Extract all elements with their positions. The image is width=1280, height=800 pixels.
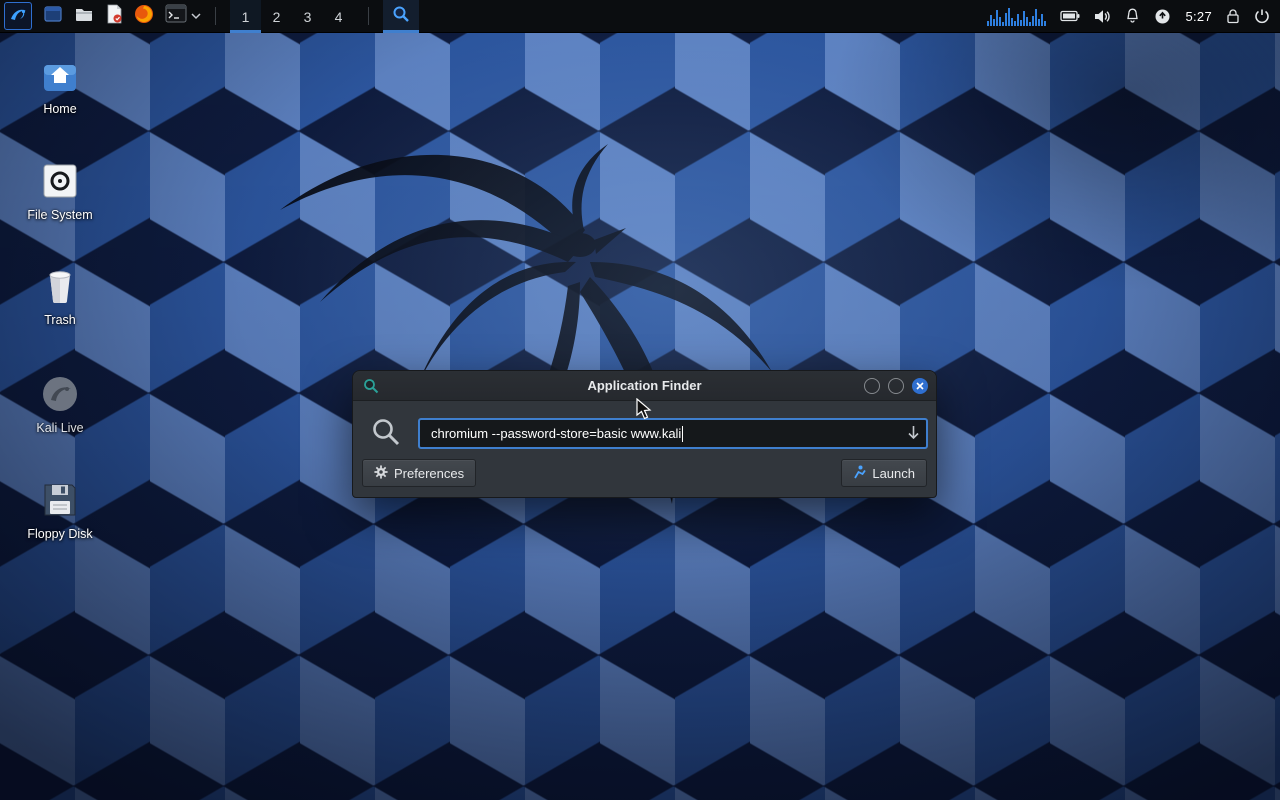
lock-icon[interactable] (1226, 0, 1240, 32)
desktop-icon-file-system[interactable]: File System (10, 161, 110, 222)
workspace-3[interactable]: 3 (292, 0, 323, 33)
text-caret (682, 426, 683, 442)
firefox-launcher[interactable] (134, 0, 154, 32)
show-desktop-button[interactable] (43, 0, 63, 32)
workspace-1-label: 1 (242, 9, 250, 25)
chevron-down-icon[interactable] (191, 7, 201, 25)
top-panel: 1 2 3 4 (0, 0, 1280, 33)
terminal-icon (165, 4, 187, 28)
workspace-2-label: 2 (273, 9, 281, 25)
minimize-button[interactable] (864, 378, 880, 394)
desktop-icon-kali-live[interactable]: Kali Live (10, 374, 110, 435)
workspace-4-label: 4 (335, 9, 343, 25)
firefox-icon (134, 4, 154, 29)
notifications-bell-icon[interactable] (1125, 0, 1140, 32)
workspace-1[interactable]: 1 (230, 0, 261, 33)
search-icon (371, 417, 401, 452)
desktop-icon-label: Home (10, 102, 110, 116)
input-dropdown-arrow-icon[interactable] (907, 425, 920, 445)
trash-icon (10, 266, 110, 306)
workspace-pager: 1 2 3 4 (230, 0, 354, 32)
search-icon (392, 5, 410, 28)
preferences-button[interactable]: Preferences (362, 459, 476, 487)
gear-icon (374, 465, 388, 482)
text-editor-launcher[interactable] (105, 0, 123, 32)
application-finder-window: Application Finder (352, 370, 937, 498)
panel-left-group: 1 2 3 4 (0, 0, 419, 32)
command-input-value: chromium --password-store=basic www.kali (431, 426, 681, 441)
workspace-3-label: 3 (304, 9, 312, 25)
kali-menu-icon (7, 3, 29, 30)
launch-button[interactable]: Launch (841, 459, 927, 487)
maximize-button[interactable] (888, 378, 904, 394)
updates-icon[interactable] (1154, 0, 1171, 32)
desktop-icon-label: Kali Live (10, 421, 110, 435)
mouse-cursor (636, 398, 654, 422)
desktop-icon-trash[interactable]: Trash (10, 266, 110, 327)
power-icon[interactable] (1254, 0, 1270, 32)
panel-clock[interactable]: 5:27 (1185, 9, 1212, 24)
panel-right-group: 5:27 (987, 0, 1280, 32)
home-icon (10, 55, 110, 95)
desktop-icon-label: Trash (10, 313, 110, 327)
desktop-icon-floppy-disk[interactable]: Floppy Disk (10, 480, 110, 541)
desktop-icon-home[interactable]: Home (10, 55, 110, 116)
desktop-screen: 1 2 3 4 (0, 0, 1280, 800)
command-input[interactable]: chromium --password-store=basic www.kali (418, 418, 928, 449)
file-manager-launcher[interactable] (74, 0, 94, 32)
window-titlebar[interactable]: Application Finder (353, 371, 936, 401)
panel-separator (215, 7, 216, 25)
floppy-disk-icon (10, 480, 110, 520)
launch-icon (853, 465, 866, 482)
kali-live-icon (10, 374, 110, 414)
text-editor-icon (105, 4, 123, 29)
battery-icon[interactable] (1060, 0, 1080, 32)
preferences-button-label: Preferences (394, 466, 464, 481)
file-system-icon (10, 161, 110, 201)
close-icon (916, 377, 924, 395)
kali-menu-button[interactable] (4, 2, 32, 30)
window-title: Application Finder (353, 378, 936, 393)
window-controls (864, 378, 928, 394)
window-buttons-icon (43, 4, 63, 29)
cpu-graph-icon[interactable] (987, 6, 1046, 26)
volume-icon[interactable] (1094, 0, 1111, 32)
application-finder-window-icon (363, 378, 379, 399)
taskbar-application-finder[interactable] (383, 0, 419, 33)
workspace-2[interactable]: 2 (261, 0, 292, 33)
desktop-icon-label: File System (10, 208, 110, 222)
desktop-icon-label: Floppy Disk (10, 527, 110, 541)
panel-separator (368, 7, 369, 25)
terminal-launcher[interactable] (165, 0, 201, 32)
workspace-4[interactable]: 4 (323, 0, 354, 33)
launch-button-label: Launch (872, 466, 915, 481)
close-button[interactable] (912, 378, 928, 394)
file-manager-icon (74, 4, 94, 29)
